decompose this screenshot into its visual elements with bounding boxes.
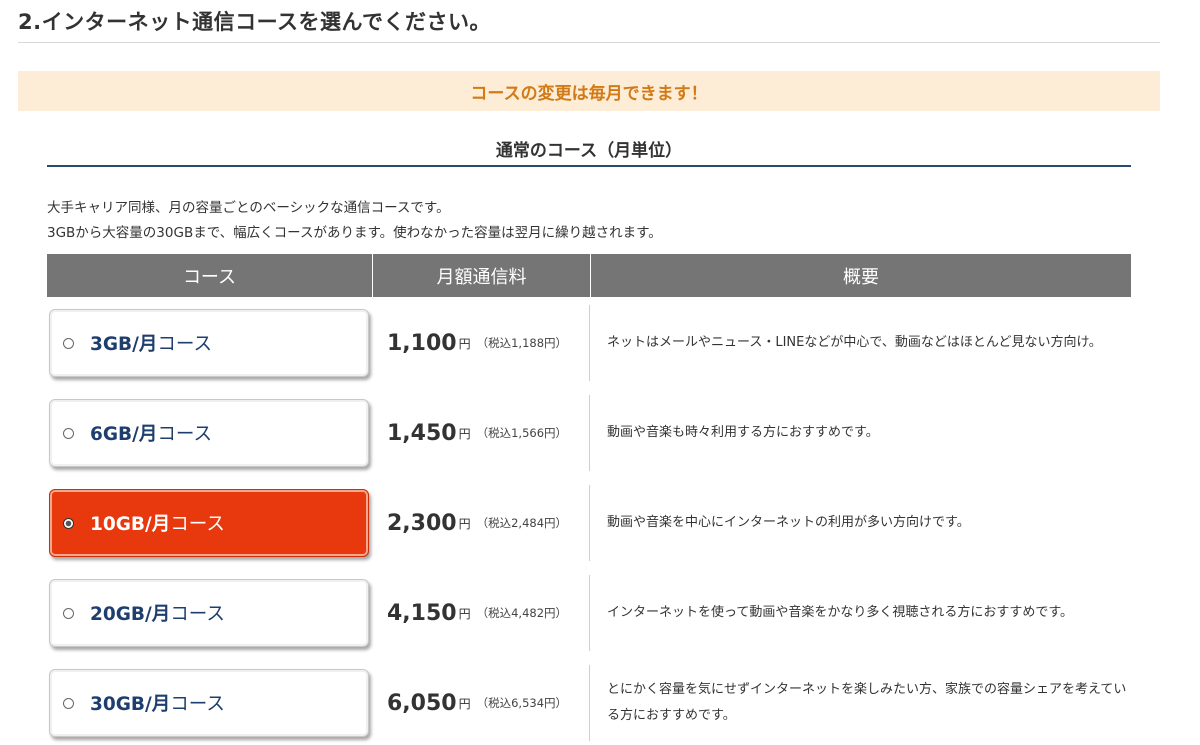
- price-unit: 円: [458, 516, 471, 531]
- column-divider: [589, 395, 590, 471]
- price-tax-included: （税込1,188円）: [476, 336, 568, 350]
- description-line: 3GBから大容量の30GBまで、幅広くコースがあります。使わなかった容量は翌月に…: [47, 225, 662, 241]
- title-divider: [18, 42, 1160, 43]
- course-label: 6GB/月コース: [90, 424, 212, 445]
- summary-cell: ネットはメールやニュース・LINEなどが中心で、動画などはほとんど見ない方向け。: [607, 335, 1102, 350]
- column-divider: [589, 485, 590, 561]
- course-label: 20GB/月コース: [90, 604, 225, 625]
- price-amount: 2,300: [387, 510, 457, 536]
- course-option-button[interactable]: 3GB/月コース: [49, 309, 369, 377]
- price-cell: 4,150 円 （税込4,482円）: [387, 579, 567, 647]
- column-divider: [589, 665, 590, 741]
- radio-button[interactable]: [63, 697, 74, 709]
- price-amount: 4,150: [387, 600, 457, 626]
- course-option-button[interactable]: 6GB/月コース: [49, 399, 369, 467]
- header-summary: 概要: [843, 266, 879, 288]
- price-unit: 円: [458, 696, 471, 711]
- price-cell: 1,100 円 （税込1,188円）: [387, 309, 567, 377]
- table-row: 10GB/月コース 2,300 円 （税込2,484円） 動画や音楽を中心にイン…: [47, 481, 1131, 561]
- section-divider: [47, 165, 1131, 167]
- course-option-button[interactable]: 30GB/月コース: [49, 669, 369, 737]
- price-amount: 1,450: [387, 420, 457, 446]
- radio-button[interactable]: [63, 337, 74, 349]
- summary-cell: インターネットを使って動画や音楽をかなり多く視聴される方におすすめです。: [607, 605, 1074, 620]
- summary-cell: 動画や音楽を中心にインターネットの利用が多い方向けです。: [607, 515, 970, 530]
- header-price: 月額通信料: [373, 254, 591, 297]
- price-tax-included: （税込4,482円）: [476, 606, 568, 620]
- section-heading: 通常のコース（月単位）: [495, 141, 683, 161]
- notice-banner: コースの変更は毎月できます！: [18, 71, 1160, 111]
- page-title: 2.インターネット通信コースを選んでください。: [18, 10, 491, 34]
- summary-cell: 動画や音楽も時々利用する方におすすめです。: [607, 425, 879, 440]
- summary-cell: とにかく容量を気にせずインターネットを楽しみたい方、家族での容量シェアを考えてい…: [607, 682, 1127, 723]
- column-divider: [589, 305, 590, 381]
- header-course: コース: [47, 254, 373, 297]
- price-cell: 1,450 円 （税込1,566円）: [387, 399, 567, 467]
- course-label: 10GB/月コース: [90, 514, 225, 535]
- price-unit: 円: [458, 336, 471, 351]
- price-tax-included: （税込2,484円）: [476, 516, 568, 530]
- radio-button[interactable]: [63, 607, 74, 619]
- column-divider: [589, 575, 590, 651]
- course-option-button[interactable]: 10GB/月コース: [49, 489, 369, 557]
- radio-button[interactable]: [63, 427, 74, 439]
- price-unit: 円: [458, 426, 471, 441]
- table-header: コース 月額通信料 概要: [47, 254, 1131, 297]
- table-row: 20GB/月コース 4,150 円 （税込4,482円） インターネットを使って…: [47, 571, 1131, 651]
- price-tax-included: （税込6,534円）: [476, 696, 568, 710]
- course-label: 30GB/月コース: [90, 694, 225, 715]
- price-cell: 6,050 円 （税込6,534円）: [387, 669, 567, 737]
- table-row: 3GB/月コース 1,100 円 （税込1,188円） ネットはメールやニュース…: [47, 301, 1131, 381]
- price-amount: 6,050: [387, 690, 457, 716]
- price-tax-included: （税込1,566円）: [476, 426, 568, 440]
- description-line: 大手キャリア同様、月の容量ごとのベーシックな通信コースです。: [47, 200, 450, 216]
- radio-button[interactable]: [63, 517, 74, 529]
- price-cell: 2,300 円 （税込2,484円）: [387, 489, 567, 557]
- table-row: 30GB/月コース 6,050 円 （税込6,534円） とにかく容量を気にせず…: [47, 661, 1131, 741]
- course-option-button[interactable]: 20GB/月コース: [49, 579, 369, 647]
- section-description: 大手キャリア同様、月の容量ごとのベーシックな通信コースです。 3GBから大容量の…: [47, 196, 662, 246]
- price-unit: 円: [458, 606, 471, 621]
- price-amount: 1,100: [387, 330, 457, 356]
- table-row: 6GB/月コース 1,450 円 （税込1,566円） 動画や音楽も時々利用する…: [47, 391, 1131, 471]
- course-label: 3GB/月コース: [90, 334, 212, 355]
